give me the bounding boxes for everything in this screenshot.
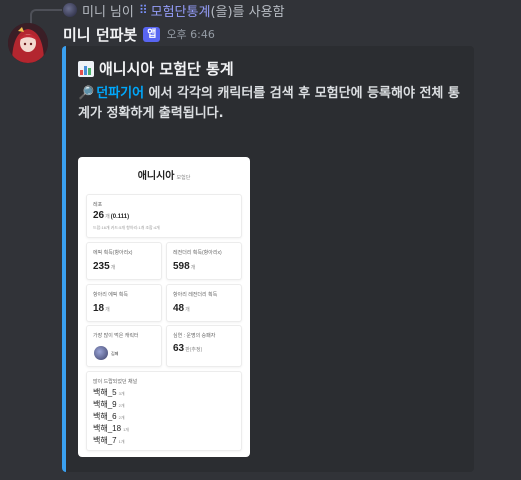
slash-command-icon: ⠿ — [138, 3, 148, 17]
bar-chart-icon — [78, 60, 94, 77]
list-item-name: 백해_7 — [93, 436, 117, 445]
mugaejung-label: 심연 : 운명의 승패자 — [173, 333, 216, 339]
pot-legend-label: 항아리 레전더리 획득 — [173, 292, 218, 298]
mugaejung-unit: 판(추정) — [185, 347, 203, 353]
legend-box: 레전더리 획득(항아리x) 598개 — [166, 242, 242, 280]
stats-image[interactable]: 애니시아 모험단 레포 26개(0.111) 드랍:16개 카드:5개 항아리:1… — [78, 157, 250, 457]
list-item: 백해_6 2개 — [93, 411, 125, 422]
character-icon — [94, 346, 108, 360]
epic-label: 에픽 획득(항아리x) — [93, 250, 133, 256]
reply-connector — [30, 9, 62, 25]
drop-list-box: 많이 드랍되었던 채널 백해_5 3개 백해_9 2개 백해_6 2개 백해_18 1개… — [86, 371, 242, 451]
list-item-name: 백해_18 — [93, 424, 122, 433]
app-badge: 앱 — [143, 26, 161, 42]
pot-legend-number: 48 — [173, 303, 185, 314]
list-item-count: 2개 — [118, 415, 125, 420]
level-sub: 드랍:16개 카드:5개 항아리:1개 조합:4개 — [93, 225, 160, 230]
pot-legend-unit: 개 — [185, 307, 190, 313]
list-item: 백해_18 1개 — [93, 423, 129, 434]
drop-list-label: 많이 드랍되었던 채널 — [93, 379, 138, 385]
message-header: 미니 던파봇 앱 오후 6:46 — [63, 24, 215, 44]
list-item: 백해_7 1개 — [93, 435, 125, 446]
epic-box: 에픽 획득(항아리x) 235개 — [86, 242, 162, 280]
pot-epic-unit: 개 — [105, 307, 110, 313]
reply-user[interactable]: 미니 — [82, 1, 106, 20]
list-item-count: 3개 — [118, 391, 125, 396]
list-item-name: 백해_9 — [93, 400, 117, 409]
pot-legend-box: 항아리 레전더리 획득 48개 — [166, 284, 242, 322]
card-title-text: 애니시아 — [137, 171, 175, 182]
embed-title: 애니시아 모험단 통계 — [78, 58, 234, 79]
legend-value: 598개 — [173, 261, 195, 272]
reply-text-before: 님이 — [109, 4, 134, 20]
gear-site-link[interactable]: 던파기어 — [96, 86, 144, 101]
level-unit: 개 — [105, 214, 110, 220]
mugaejung-value: 63판(추정) — [173, 343, 202, 354]
embed-accent-bar — [62, 46, 66, 472]
embed: 애니시아 모험단 통계 🔎 던파기어 에서 각각의 캐릭터를 검색 후 모험단에 … — [62, 46, 474, 472]
mugaejung-box: 심연 : 운명의 승패자 63판(추정) — [166, 325, 242, 367]
level-label: 레포 — [93, 202, 103, 208]
level-number: 26 — [93, 210, 105, 221]
embed-title-text: 애니시아 모험단 통계 — [99, 60, 234, 78]
list-item: 백해_5 3개 — [93, 387, 125, 398]
card-title: 애니시아 모험단 — [78, 167, 250, 182]
reply-avatar[interactable] — [63, 3, 77, 17]
epic-value: 235개 — [93, 261, 115, 272]
reply-context[interactable]: 미니 님이 ⠿ 모험단통계 (을)를 사용함 — [63, 1, 285, 20]
epic-unit: 개 — [110, 265, 116, 271]
pot-legend-value: 48개 — [173, 303, 190, 314]
top-char-label: 가장 많이 먹은 캐릭터 — [93, 333, 139, 339]
level-value: 26개(0.111) — [93, 210, 129, 221]
pot-epic-value: 18개 — [93, 303, 110, 314]
card-title-suffix: 모험단 — [176, 175, 191, 181]
list-item-count: 1개 — [123, 427, 129, 432]
epic-number: 235 — [93, 261, 110, 272]
pot-epic-box: 항아리 에픽 획득 18개 — [86, 284, 162, 322]
bot-avatar[interactable] — [8, 23, 48, 63]
reply-command[interactable]: 모험단통계 — [151, 1, 211, 20]
embed-description: 🔎 던파기어 에서 각각의 캐릭터를 검색 후 모험단에 등록해야 전체 통계가 … — [78, 84, 470, 124]
list-item-name: 백해_6 — [93, 412, 117, 421]
list-item: 백해_9 2개 — [93, 399, 125, 410]
legend-number: 598 — [173, 261, 190, 272]
level-box: 레포 26개(0.111) 드랍:16개 카드:5개 항아리:1개 조합:4개 — [86, 194, 242, 238]
list-item-count: 1개 — [118, 439, 125, 444]
timestamp[interactable]: 오후 6:46 — [166, 26, 214, 42]
magnifier-icon: 🔎 — [78, 86, 95, 101]
mugaejung-number: 63 — [173, 343, 185, 354]
legend-unit: 개 — [190, 265, 196, 271]
level-extra: (0.111) — [110, 214, 130, 220]
legend-label: 레전더리 획득(항아리x) — [173, 250, 222, 256]
author-name[interactable]: 미니 던파봇 — [63, 24, 137, 45]
list-item-count: 2개 — [118, 403, 125, 408]
pot-epic-label: 항아리 에픽 획득 — [93, 292, 128, 298]
pot-epic-number: 18 — [93, 303, 105, 314]
top-char-box: 가장 많이 먹은 캐릭터 김페 — [86, 325, 162, 367]
top-char-name: 김페 — [111, 351, 119, 356]
reply-text-after: (을)를 사용함 — [210, 4, 285, 20]
list-item-name: 백해_5 — [93, 388, 117, 397]
